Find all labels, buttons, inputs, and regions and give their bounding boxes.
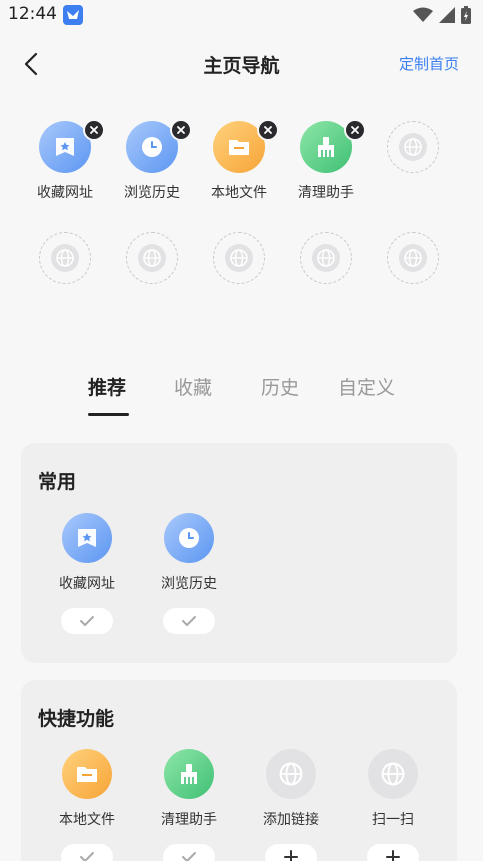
nav-empty-slot[interactable] — [370, 229, 456, 319]
globe-icon — [230, 249, 248, 267]
section-title: 常用 — [38, 471, 77, 493]
check-icon — [80, 852, 94, 861]
add-button[interactable] — [367, 844, 419, 861]
close-icon — [177, 126, 185, 134]
plus-icon — [386, 850, 400, 861]
empty-slot — [213, 232, 265, 284]
rec-item-label: 本地文件 — [59, 812, 115, 828]
nav-item-label: 本地文件 — [211, 185, 267, 201]
nav-item-history[interactable]: 浏览历史 — [109, 118, 195, 208]
check-icon — [182, 852, 196, 861]
globe-icon — [404, 138, 422, 156]
globe-icon — [368, 749, 418, 799]
globe-icon — [317, 249, 335, 267]
wifi-icon — [413, 7, 433, 22]
nav-row — [0, 229, 483, 319]
status-indicators — [413, 6, 471, 24]
nav-item-bookmarks[interactable]: 收藏网址 — [22, 118, 108, 208]
empty-slot — [39, 232, 91, 284]
check-icon — [80, 616, 94, 626]
tab-history[interactable]: 历史 — [261, 373, 299, 400]
close-icon — [90, 126, 98, 134]
rec-item-label: 收藏网址 — [59, 576, 115, 592]
globe-icon — [143, 249, 161, 267]
rec-item-label: 清理助手 — [161, 812, 217, 828]
broom-icon — [164, 749, 214, 799]
header: 主页导航 定制首页 — [0, 40, 483, 88]
empty-slot — [126, 232, 178, 284]
nav-row: 收藏网址 浏览历史 本地文件 清理助手 — [0, 118, 483, 208]
active-tab-indicator — [88, 413, 129, 416]
signal-icon — [439, 7, 455, 23]
nav-item-local-files[interactable]: 本地文件 — [196, 118, 282, 208]
nav-empty-slot[interactable] — [109, 229, 195, 319]
customize-homepage-link[interactable]: 定制首页 — [399, 53, 459, 74]
rec-item-bookmarks: 收藏网址 — [36, 513, 138, 643]
section-quick-functions: 快捷功能 本地文件 清理助手 添加链接 扫一扫 — [21, 680, 457, 861]
nav-item-label: 浏览历史 — [124, 185, 180, 201]
check-icon — [182, 616, 196, 626]
section-title: 快捷功能 — [38, 708, 115, 730]
battery-icon — [461, 6, 471, 24]
nav-empty-slot[interactable] — [283, 229, 369, 319]
folder-icon — [62, 749, 112, 799]
rec-item-label: 扫一扫 — [372, 812, 414, 828]
remove-badge[interactable] — [257, 119, 279, 141]
bookmark-icon — [62, 513, 112, 563]
rec-item-label: 添加链接 — [263, 812, 319, 828]
remove-badge[interactable] — [83, 119, 105, 141]
nav-empty-slot[interactable] — [22, 229, 108, 319]
globe-icon — [404, 249, 422, 267]
close-icon — [351, 126, 359, 134]
category-tabs: 推荐 收藏 历史 自定义 — [0, 368, 483, 418]
tab-favorites[interactable]: 收藏 — [174, 373, 212, 400]
rec-item-local-files: 本地文件 — [36, 749, 138, 861]
nav-empty-slot[interactable] — [370, 118, 456, 208]
empty-slot — [387, 232, 439, 284]
empty-slot — [387, 121, 439, 173]
nav-item-label: 收藏网址 — [37, 185, 93, 201]
rec-item-scan: 扫一扫 — [342, 749, 444, 861]
rec-item-history: 浏览历史 — [138, 513, 240, 643]
added-toggle-button[interactable] — [61, 844, 113, 861]
rec-item-add-link: 添加链接 — [240, 749, 342, 861]
status-time: 12:44 — [8, 4, 57, 24]
added-toggle-button[interactable] — [61, 608, 113, 634]
nav-item-label: 清理助手 — [298, 185, 354, 201]
nav-empty-slot[interactable] — [196, 229, 282, 319]
globe-icon — [266, 749, 316, 799]
rec-item-label: 浏览历史 — [161, 576, 217, 592]
close-icon — [264, 126, 272, 134]
add-button[interactable] — [265, 844, 317, 861]
clock-icon — [164, 513, 214, 563]
added-toggle-button[interactable] — [163, 844, 215, 861]
added-toggle-button[interactable] — [163, 608, 215, 634]
globe-icon — [56, 249, 74, 267]
tab-custom[interactable]: 自定义 — [338, 373, 395, 400]
empty-slot — [300, 232, 352, 284]
nav-item-cleaner[interactable]: 清理助手 — [283, 118, 369, 208]
status-bar: 12:44 — [0, 0, 483, 32]
rec-item-cleaner: 清理助手 — [138, 749, 240, 861]
app-notification-icon — [63, 5, 83, 25]
section-common: 常用 收藏网址 浏览历史 — [21, 443, 457, 663]
remove-badge[interactable] — [344, 119, 366, 141]
remove-badge[interactable] — [170, 119, 192, 141]
plus-icon — [284, 850, 298, 861]
tab-recommended[interactable]: 推荐 — [88, 373, 126, 400]
